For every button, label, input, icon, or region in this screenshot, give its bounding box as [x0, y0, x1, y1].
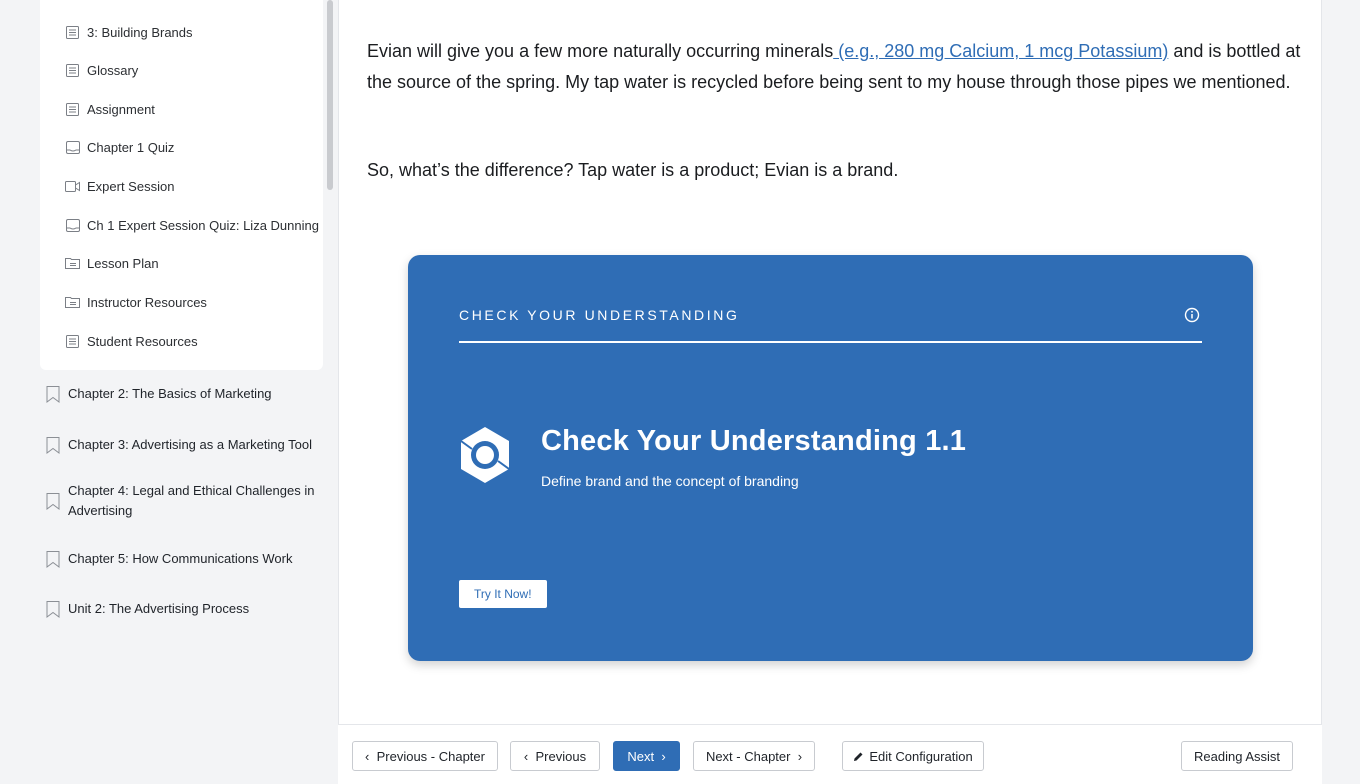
sidebar-item-chapter-3[interactable]: Chapter 3: Advertising as a Marketing To… — [46, 435, 316, 455]
sidebar-item-building-brands[interactable]: 3: Building Brands — [65, 20, 193, 44]
course-sidebar: 3: Building Brands Glossary Assignment C… — [0, 0, 338, 784]
sidebar-item-label: Assignment — [87, 101, 155, 117]
sidebar-item-label: Student Resources — [87, 333, 198, 349]
sidebar-item-label: Chapter 4: Legal and Ethical Challenges … — [68, 483, 315, 518]
sidebar-item-expert-session[interactable]: Expert Session — [65, 174, 174, 198]
video-icon — [65, 179, 80, 193]
paragraph-evian: Evian will give you a few more naturally… — [367, 36, 1307, 98]
sidebar-item-chapter-2[interactable]: Chapter 2: The Basics of Marketing — [46, 384, 316, 404]
sidebar-item-chapter-1-quiz[interactable]: Chapter 1 Quiz — [65, 135, 174, 159]
next-button[interactable]: Next › — [613, 741, 680, 771]
sidebar-item-label: Chapter 5: How Communications Work — [68, 551, 293, 566]
bottom-navigation-bar: ‹ Previous - Chapter ‹ Previous Next › N… — [338, 724, 1322, 784]
card-subtitle: Define brand and the concept of branding — [541, 473, 799, 489]
sidebar-item-label: Chapter 1 Quiz — [87, 139, 175, 155]
button-label: Next — [627, 748, 655, 764]
sidebar-item-label: 3: Building Brands — [87, 24, 193, 40]
bookmark-icon — [46, 385, 61, 403]
card-heading: CHECK YOUR UNDERSTANDING — [459, 307, 740, 323]
folder-icon — [65, 295, 80, 309]
bookmark-icon — [46, 436, 61, 454]
page-icon — [65, 25, 80, 39]
bookmark-icon — [46, 492, 61, 510]
sidebar-item-label: Glossary — [87, 62, 139, 78]
edit-configuration-button[interactable]: Edit Configuration — [842, 741, 984, 771]
button-label: Next - Chapter — [705, 748, 791, 764]
sidebar-item-assignment[interactable]: Assignment — [65, 97, 155, 121]
sidebar-item-chapter-4[interactable]: Chapter 4: Legal and Ethical Challenges … — [46, 481, 316, 521]
chevron-left-icon: ‹ — [523, 748, 529, 764]
reading-pane: Evian will give you a few more naturally… — [338, 0, 1322, 784]
page-icon — [65, 102, 80, 116]
paragraph-difference: So, what’s the difference? Tap water is … — [367, 160, 899, 180]
previous-chapter-button[interactable]: ‹ Previous - Chapter — [352, 741, 498, 771]
quiz-icon — [65, 218, 80, 232]
folder-icon — [65, 256, 80, 270]
sidebar-item-label: Chapter 3: Advertising as a Marketing To… — [68, 437, 313, 452]
chevron-right-icon: › — [661, 748, 666, 764]
sidebar-item-label: Lesson Plan — [87, 255, 159, 271]
button-label: Edit Configuration — [869, 748, 973, 764]
sidebar-item-label: Instructor Resources — [87, 294, 207, 310]
page-icon — [65, 334, 80, 348]
reading-assist-button[interactable]: Reading Assist — [1181, 741, 1293, 771]
sidebar-item-label: Unit 2: The Advertising Process — [68, 601, 250, 616]
next-chapter-button[interactable]: Next - Chapter › — [693, 741, 815, 771]
sidebar-item-chapter-5[interactable]: Chapter 5: How Communications Work — [46, 549, 316, 569]
quiz-icon — [65, 140, 80, 154]
chevron-right-icon: › — [797, 748, 803, 764]
info-icon[interactable] — [1184, 307, 1200, 323]
sidebar-item-glossary[interactable]: Glossary — [65, 58, 138, 82]
minerals-link[interactable]: (e.g., 280 mg Calcium, 1 mcg Potassium) — [833, 41, 1168, 61]
page-margin — [1322, 0, 1360, 784]
card-divider — [459, 341, 1202, 343]
hexagon-logo-icon — [458, 425, 512, 485]
sidebar-item-unit-2[interactable]: Unit 2: The Advertising Process — [46, 599, 316, 619]
page-icon — [65, 63, 80, 77]
sidebar-item-lesson-plan[interactable]: Lesson Plan — [65, 251, 159, 275]
sidebar-item-label: Expert Session — [87, 178, 175, 194]
chevron-left-icon: ‹ — [365, 748, 370, 764]
sidebar-item-student-resources[interactable]: Student Resources — [65, 329, 198, 353]
check-your-understanding-card: CHECK YOUR UNDERSTANDING Check Your Unde… — [408, 255, 1253, 661]
bookmark-icon — [46, 550, 61, 568]
button-label: Previous — [535, 748, 587, 764]
try-it-now-button[interactable]: Try It Now! — [459, 580, 547, 608]
card-title: Check Your Understanding 1.1 — [541, 425, 967, 457]
previous-button[interactable]: ‹ Previous — [510, 741, 600, 771]
paragraph-text: Evian will give you a few more naturally… — [367, 41, 834, 61]
sidebar-item-instructor-resources[interactable]: Instructor Resources — [65, 290, 207, 314]
sidebar-item-label: Ch 1 Expert Session Quiz: Liza Dunning — [87, 217, 319, 233]
sidebar-scrollbar[interactable] — [327, 0, 333, 190]
bookmark-icon — [46, 600, 61, 618]
sidebar-item-expert-session-quiz[interactable]: Ch 1 Expert Session Quiz: Liza Dunning — [65, 213, 319, 237]
button-label: Previous - Chapter — [376, 748, 485, 764]
sidebar-item-label: Chapter 2: The Basics of Marketing — [68, 386, 272, 401]
pencil-icon — [853, 751, 864, 762]
